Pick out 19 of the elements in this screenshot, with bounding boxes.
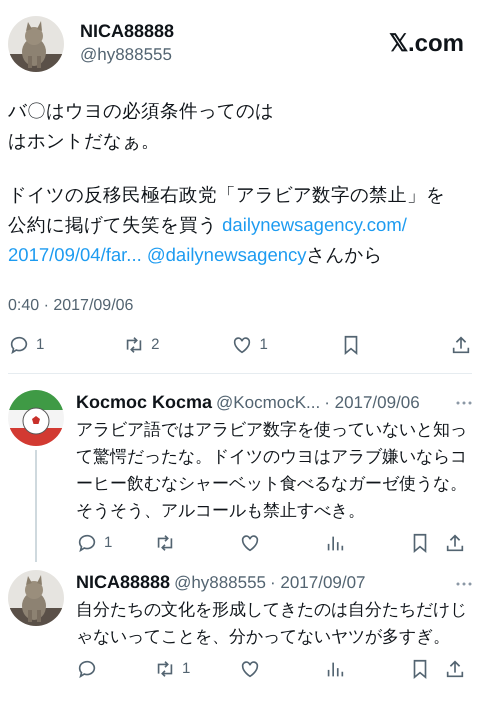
author-handle: @KocmocK... bbox=[216, 392, 320, 414]
reply-text: 自分たちの文化を形成してきたのは自分たちだけじゃないってことを、分かってないヤツが多すぎ。 bbox=[76, 599, 468, 648]
timestamp: 0:40 · 2017/09/06 bbox=[8, 296, 134, 316]
author-name: NICA88888 bbox=[80, 20, 176, 42]
repost-button[interactable]: 2 bbox=[123, 334, 232, 356]
post-text: バ〇はウヨの必須条件ってのは はホントだなぁ。 bbox=[8, 99, 275, 153]
site-logo: 𝕏.com bbox=[388, 29, 464, 59]
reply-button[interactable]: 1 bbox=[8, 334, 124, 356]
repost-button[interactable]: 1 bbox=[154, 658, 239, 680]
author-handle: @hy888555 bbox=[80, 44, 173, 66]
post-text: ドイツの反移民極右政党「アラビア数字の禁止」を 公約に掲げて失笑を買う dailynewsagency.com/ 2017/09/04/far... @dailynewsagencyさんから bbox=[8, 183, 446, 267]
reply-text: アラビア語ではアラビア数字を使っていないと知って驚愕だったな。ドイツのウヨはアラブ嫌いならコーヒー飲むなシャーベット食べるなガーゼ使うな。そうそう、アルコールも禁止すべき。 bbox=[76, 418, 468, 522]
author-name: Kocmoc Kocma bbox=[76, 390, 212, 412]
author-handle: @hy888555 bbox=[174, 572, 266, 594]
reply-button[interactable]: 1 bbox=[76, 532, 154, 554]
post-date: · 2017/09/06 bbox=[324, 392, 420, 414]
like-button[interactable]: 1 bbox=[231, 334, 340, 356]
post-date: · 2017/09/07 bbox=[270, 572, 366, 594]
author-name: NICA88888 bbox=[76, 571, 170, 593]
